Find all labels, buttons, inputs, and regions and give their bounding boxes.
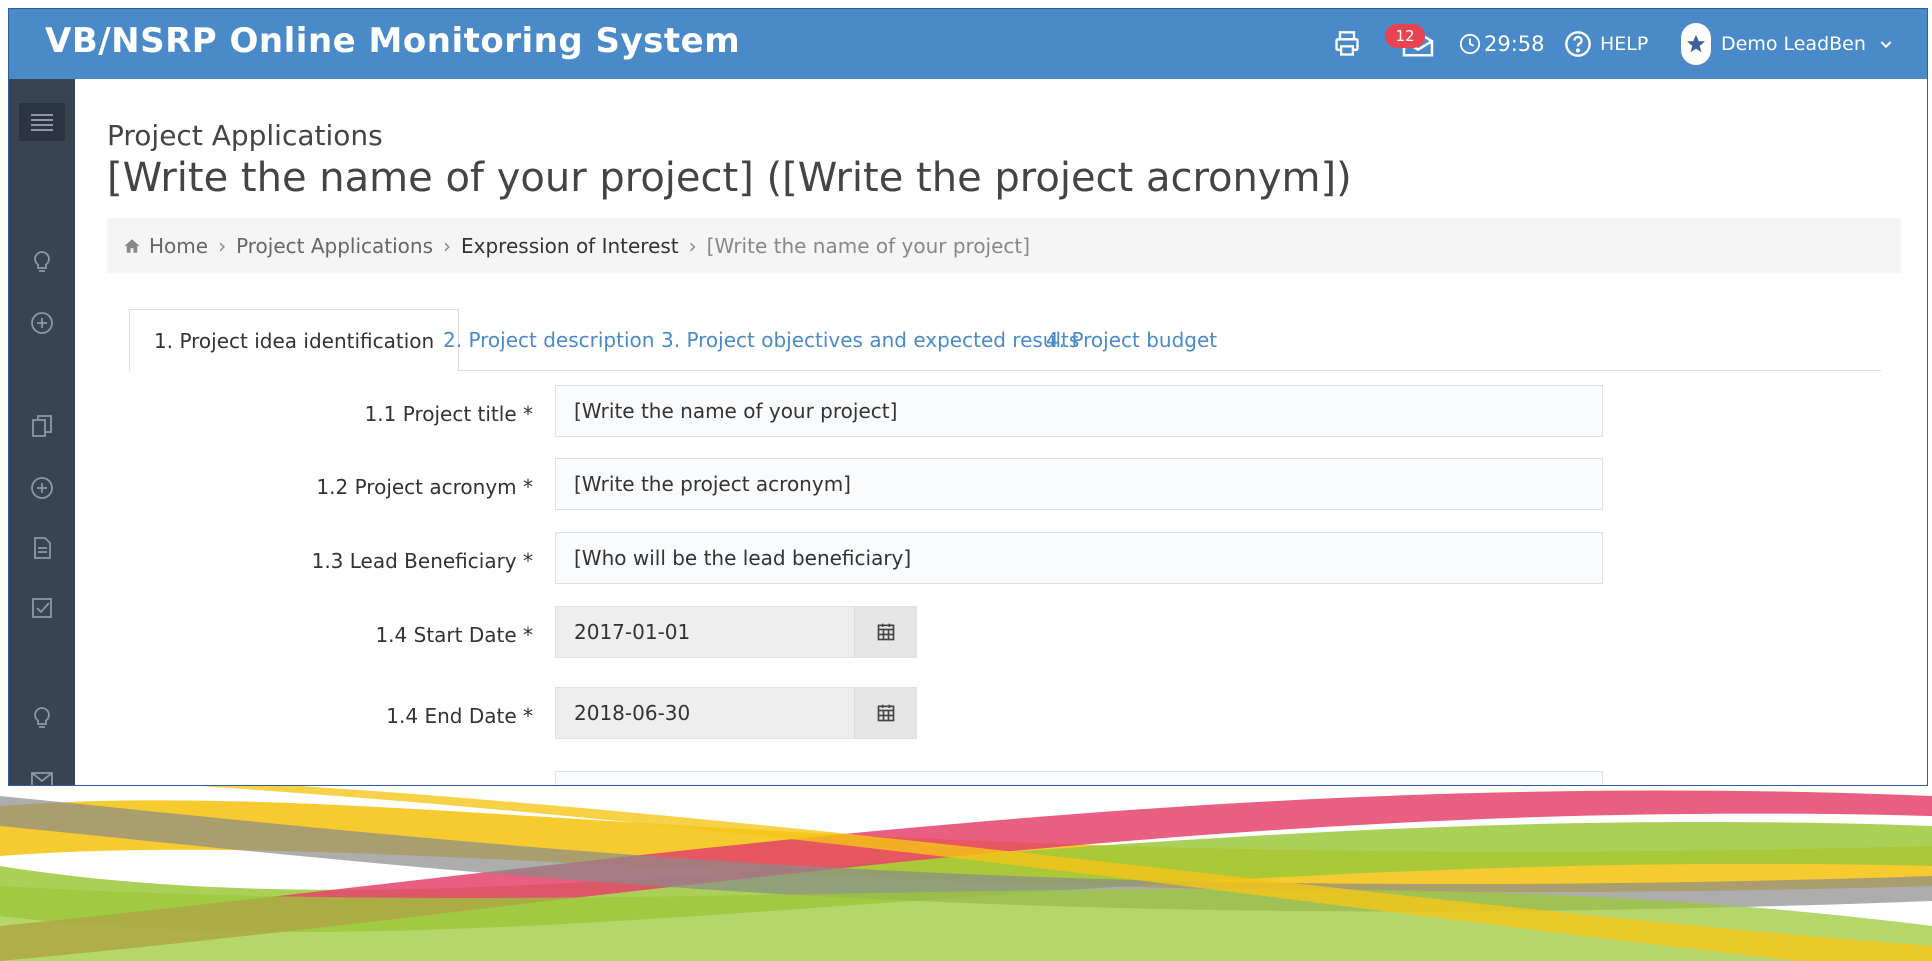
plus-circle-icon[interactable] — [29, 475, 55, 501]
app-title: VB/NSRP Online Monitoring System — [45, 21, 741, 61]
next-form-input[interactable] — [555, 771, 1603, 785]
user-avatar-icon — [1681, 23, 1711, 65]
start-date-input[interactable]: 2017-01-01 — [556, 607, 854, 657]
envelope-icon[interactable] — [29, 767, 55, 785]
tab-project-budget[interactable]: 4. Project budget — [1022, 309, 1241, 371]
decorative-ribbons — [0, 786, 1932, 961]
breadcrumb-separator: › — [443, 233, 452, 258]
end-date-picker-button[interactable] — [854, 688, 916, 738]
breadcrumb-separator: › — [688, 233, 697, 258]
lead-beneficiary-input[interactable]: [Who will be the lead beneficiary] — [555, 532, 1603, 584]
breadcrumb: Home › Project Applications › Expression… — [107, 218, 1901, 273]
page-title: [Write the name of your project] ([Write… — [107, 155, 1352, 201]
printer-icon — [1335, 31, 1359, 56]
user-menu[interactable]: Demo LeadBen — [1681, 9, 1894, 79]
end-date-field: 2018-06-30 — [555, 687, 917, 739]
calendar-icon — [877, 704, 894, 722]
start-date-picker-button[interactable] — [854, 607, 916, 657]
sidebar-toggle-button[interactable] — [19, 103, 65, 141]
breadcrumb-project-applications[interactable]: Project Applications — [236, 234, 433, 258]
end-date-label: 1.4 End Date * — [386, 704, 533, 728]
plus-circle-icon[interactable] — [29, 310, 55, 336]
page-subtitle: Project Applications — [107, 119, 383, 152]
app-window: VB/NSRP Online Monitoring System 12 29:5… — [8, 8, 1928, 786]
tab-bar: 1. Project idea identification 2. Projec… — [129, 309, 1881, 372]
start-date-label: 1.4 Start Date * — [375, 623, 533, 647]
lightbulb-icon[interactable] — [29, 249, 55, 275]
tab-project-idea-identification[interactable]: 1. Project idea identification — [129, 309, 460, 372]
calendar-icon — [877, 623, 894, 641]
clock-icon — [1459, 33, 1481, 55]
breadcrumb-expression-of-interest[interactable]: Expression of Interest — [461, 234, 679, 258]
breadcrumb-separator: › — [218, 233, 227, 258]
breadcrumb-home[interactable]: Home — [149, 234, 208, 258]
checkbox-icon[interactable] — [29, 595, 55, 621]
sidebar — [9, 79, 75, 785]
messages-count-badge: 12 — [1385, 24, 1425, 48]
lightbulb-icon[interactable] — [29, 705, 55, 731]
menu-icon — [31, 114, 53, 131]
top-bar: VB/NSRP Online Monitoring System 12 29:5… — [9, 9, 1927, 79]
timer-value: 29:58 — [1484, 32, 1545, 56]
lead-beneficiary-label: 1.3 Lead Beneficiary * — [311, 549, 533, 573]
chevron-down-icon — [1880, 41, 1892, 49]
file-icon[interactable] — [29, 535, 55, 561]
end-date-input[interactable]: 2018-06-30 — [556, 688, 854, 738]
project-acronym-label: 1.2 Project acronym * — [316, 475, 533, 499]
project-acronym-input[interactable]: [Write the project acronym] — [555, 458, 1603, 510]
start-date-field: 2017-01-01 — [555, 606, 917, 658]
print-button[interactable] — [1333, 9, 1361, 79]
project-title-label: 1.1 Project title * — [364, 402, 533, 426]
project-title-input[interactable]: [Write the name of your project] — [555, 385, 1603, 437]
home-icon — [124, 238, 140, 253]
main-content: Project Applications [Write the name of … — [75, 79, 1927, 785]
user-name: Demo LeadBen — [1721, 33, 1866, 55]
help-button[interactable]: HELP — [1564, 9, 1648, 79]
session-timer: 29:58 — [1459, 9, 1545, 79]
help-icon — [1565, 31, 1591, 57]
help-label: HELP — [1600, 33, 1649, 55]
documents-icon[interactable] — [29, 413, 55, 439]
breadcrumb-current: [Write the name of your project] — [706, 233, 1031, 258]
